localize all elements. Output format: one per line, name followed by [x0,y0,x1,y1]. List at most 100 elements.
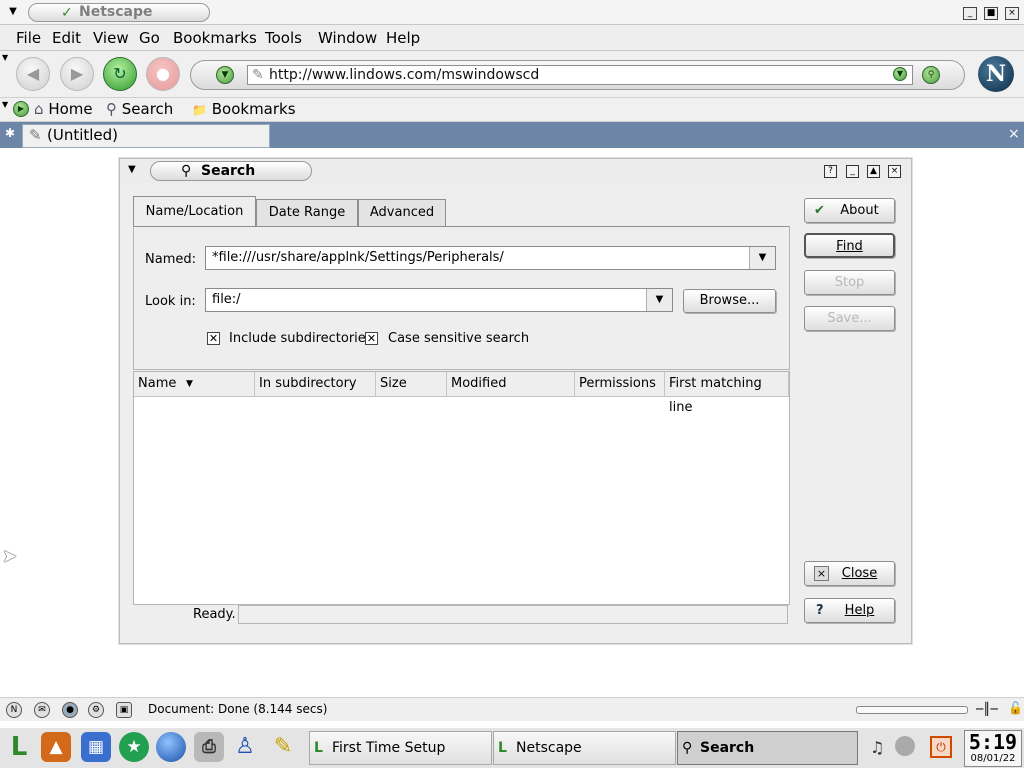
window-title-pill: ✓ Netscape [28,3,210,22]
lindows-start-icon[interactable]: L [4,732,34,762]
dialog-menu-button[interactable]: ▼ [128,164,136,175]
browse-button[interactable]: Browse... [683,289,776,313]
printer-icon[interactable]: ⎙ [194,732,224,762]
column-header-in-subdirectory[interactable]: In subdirectory [255,372,376,397]
task-first-time-setup[interactable]: L First Time Setup [309,731,492,765]
browser-globe-icon[interactable] [156,732,186,762]
menu-file[interactable]: File [16,29,41,47]
new-tab-icon[interactable]: ✱ [5,126,15,140]
window-menu-button[interactable]: ▼ [6,5,20,19]
runner-icon[interactable]: ♙ [230,732,260,762]
user-icon[interactable] [895,736,915,756]
help-icon[interactable]: ? [824,165,837,178]
named-combobox[interactable]: *file:///usr/share/applnk/Settings/Perip… [205,246,776,270]
bookmarks-button[interactable]: 📁 Bookmarks [192,100,296,118]
column-header-first-matching-line[interactable]: First matching line [665,372,789,415]
stop-icon[interactable]: ● [146,57,180,91]
reload-icon[interactable]: ↻ [103,57,137,91]
minimize-icon[interactable]: _ [963,7,977,20]
browser-statusbar: N ✉ ● ⚙ ▣ Document: Done (8.144 secs) ─║… [0,697,1024,721]
close-button[interactable]: × Close [804,561,895,586]
menu-bookmarks[interactable]: Bookmarks [173,29,257,47]
menu-tools[interactable]: Tools [265,29,302,47]
search-icon: ⚲ [682,740,693,756]
lookin-combobox[interactable]: file:/ ▼ [205,288,673,312]
address-book-icon[interactable]: ▣ [116,702,132,718]
menu-edit[interactable]: Edit [52,29,81,47]
lock-icon: 🔓 [1008,701,1023,715]
column-header-permissions[interactable]: Permissions [575,372,665,397]
url-dropdown-icon[interactable]: ▼ [893,67,907,81]
task-search[interactable]: ⚲ Search [677,731,858,765]
column-header-name[interactable]: Name ▼ [134,372,255,397]
tab-untitled[interactable]: ✎ (Untitled) [22,124,270,148]
close-tab-icon[interactable]: × [1008,126,1020,142]
progress-area [238,605,788,624]
about-button[interactable]: ✔ About [804,198,895,223]
mail-icon[interactable]: ✉ [34,702,50,718]
url-text: http://www.lindows.com/mswindowscd [269,67,540,83]
forward-icon[interactable]: ▶ [60,57,94,91]
results-table[interactable]: Name ▼ In subdirectory Size Modified Per… [133,371,790,605]
search-go-icon[interactable]: ⚲ [922,66,940,84]
clock-time: 5:19 [968,730,1018,754]
url-input[interactable]: ✎ http://www.lindows.com/mswindowscd ▼ [247,65,913,85]
volume-icon[interactable]: ♫ [870,738,884,757]
maximize-icon[interactable]: ▲ [867,165,880,178]
edit-icon[interactable]: ✎ [268,732,298,762]
home-label: Home [48,100,93,118]
menu-go[interactable]: Go [139,29,160,47]
chevron-down-icon[interactable]: ▼ [646,289,672,311]
dropdown-go-icon[interactable]: ▼ [216,66,234,84]
close-icon[interactable]: × [1005,7,1019,20]
tab-name-location[interactable]: Name/Location [133,196,256,227]
home-button[interactable]: ⌂ Home [34,100,93,118]
menu-view[interactable]: View [93,29,129,47]
page-icon: ✎ [29,126,42,144]
toolbar-grip-icon[interactable]: ▼ [2,100,8,109]
composer-icon[interactable]: ● [62,702,78,718]
tab-label: (Untitled) [47,126,119,144]
task-netscape[interactable]: L Netscape [493,731,676,765]
page-icon: ✎ [252,67,264,83]
clock[interactable]: 5:19 08/01/22 [964,730,1022,767]
navigator-icon[interactable]: N [6,702,22,718]
tools-icon[interactable]: ⚙ [88,702,104,718]
help-button[interactable]: ? Help [804,598,895,623]
menu-window[interactable]: Window [318,29,377,47]
column-header-modified[interactable]: Modified [447,372,575,397]
tab-date-range[interactable]: Date Range [256,199,358,226]
tab-panel-name-location: Named: *file:///usr/share/applnk/Setting… [133,226,790,370]
find-button[interactable]: Find [804,233,895,258]
progress-bar [856,706,968,714]
chevron-down-icon[interactable]: ▼ [749,247,775,269]
maximize-icon[interactable]: ■ [984,7,998,20]
minimize-icon[interactable]: _ [846,165,859,178]
include-subdirectories-checkbox[interactable]: ✕ [207,332,220,345]
toolbar-grip-icon[interactable]: ▼ [2,53,8,62]
click-n-run-icon[interactable]: ★ [119,732,149,762]
search-button[interactable]: ⚲ Search [106,100,173,118]
column-header-size[interactable]: Size [376,372,447,397]
tab-advanced[interactable]: Advanced [358,199,446,226]
netscape-logo-icon[interactable]: N [978,56,1014,92]
save-button[interactable]: Save... [804,306,895,331]
search-dialog: ▼ ⚲ Search ? _ ▲ × Name/Location Date Ra… [119,158,912,644]
dialog-title: Search [201,163,256,179]
toolbar-menu-icon[interactable]: ▶ [13,101,29,117]
stop-button[interactable]: Stop [804,270,895,295]
menu-help[interactable]: Help [386,29,420,47]
close-icon[interactable]: × [888,165,901,178]
home-icon: ⌂ [34,100,44,118]
online-status-icon[interactable]: ─║─ [976,702,998,716]
back-icon[interactable]: ◀ [16,57,50,91]
lookin-value: file:/ [212,292,241,307]
tab-bar: ✱ ✎ (Untitled) × [0,122,1024,148]
power-icon[interactable]: ⏻ [930,736,952,758]
navigation-toolbar: ▼ ◀ ▶ ↻ ● ▼ ✎ http://www.lindows.com/msw… [0,51,1024,98]
case-sensitive-checkbox[interactable]: ✕ [365,332,378,345]
status-message: Document: Done (8.144 secs) [148,702,328,716]
file-manager-icon[interactable]: ▦ [81,732,111,762]
named-value: *file:///usr/share/applnk/Settings/Perip… [212,250,504,265]
firewall-icon[interactable]: ▲ [41,732,71,762]
